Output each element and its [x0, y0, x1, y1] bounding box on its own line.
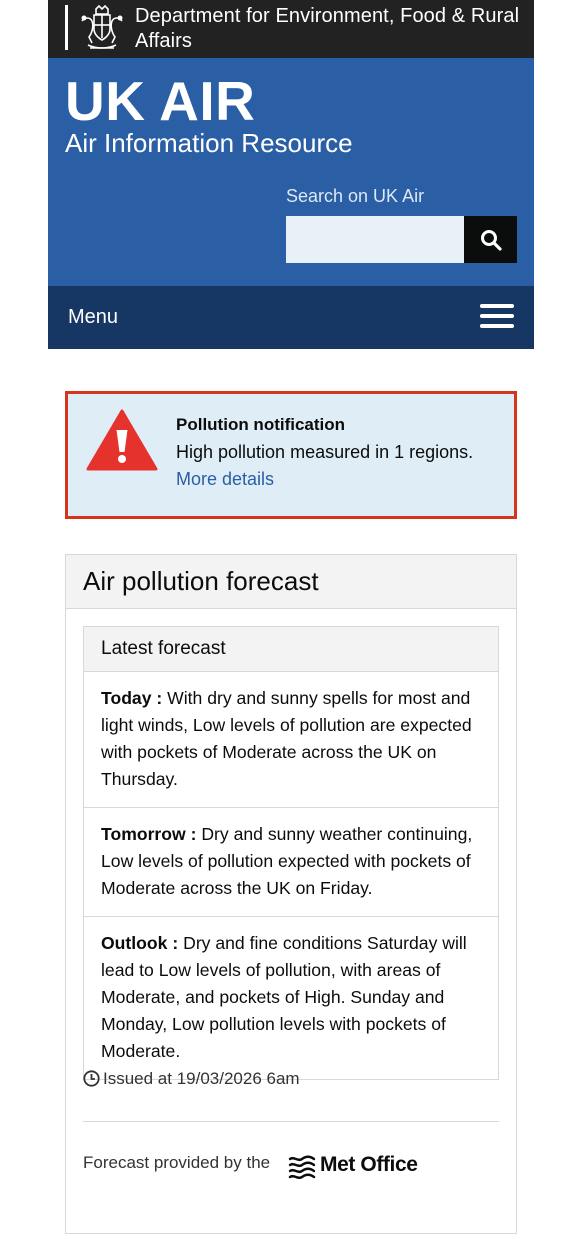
forecast-outlook: Outlook : Dry and fine conditions Saturd… — [84, 916, 498, 1079]
latest-forecast-box: Latest forecast Today : With dry and sun… — [83, 626, 499, 1080]
met-office-logo-icon[interactable] — [287, 1153, 317, 1179]
forecast-panel-title: Air pollution forecast — [83, 566, 319, 596]
met-office-logo-text[interactable]: Met Office — [320, 1153, 418, 1177]
forecast-provider-text: Forecast provided by the — [83, 1153, 271, 1172]
department-name: Department for Environment, Food & Rural… — [135, 5, 520, 52]
issued-timestamp: Issued at 19/03/2026 6am — [83, 1069, 300, 1089]
defra-bar: Department for Environment, Food & Rural… — [48, 0, 534, 58]
warning-triangle-icon — [86, 409, 158, 471]
forecast-label: Tomorrow : — [101, 824, 197, 844]
menu-label[interactable]: Menu — [68, 306, 118, 329]
masthead: UK AIR Air Information Resource Search o… — [48, 58, 534, 286]
search-label: Search on UK Air — [286, 186, 425, 206]
forecast-tomorrow: Tomorrow : Dry and sunny weather continu… — [84, 807, 498, 916]
site-title[interactable]: UK AIR — [65, 70, 255, 132]
page-header: Department for Environment, Food & Rural… — [48, 0, 534, 349]
hamburger-menu-icon[interactable] — [480, 304, 514, 331]
search-icon — [480, 229, 502, 251]
forecast-panel: Air pollution forecast Latest forecast T… — [65, 554, 517, 1234]
search-button[interactable] — [464, 216, 517, 263]
forecast-today: Today : With dry and sunny spells for mo… — [84, 671, 498, 807]
forecast-label: Outlook : — [101, 933, 179, 953]
issued-text: Issued at 19/03/2026 6am — [103, 1069, 300, 1088]
site-subtitle: Air Information Resource — [65, 128, 353, 158]
notification-message: High pollution measured in 1 regions. — [176, 442, 474, 462]
search-input[interactable] — [286, 216, 464, 263]
clock-icon — [83, 1070, 100, 1087]
latest-forecast-label: Latest forecast — [101, 638, 226, 659]
royal-crest-icon — [81, 4, 123, 49]
menu-bar[interactable]: Menu — [48, 286, 534, 349]
pollution-notification: Pollution notification High pollution me… — [65, 391, 517, 519]
notification-title: Pollution notification — [176, 415, 346, 434]
panel-divider — [83, 1121, 499, 1122]
more-details-link[interactable]: More details — [176, 469, 274, 490]
forecast-label: Today : — [101, 688, 163, 708]
latest-forecast-header: Latest forecast — [84, 627, 498, 671]
defra-divider-line — [65, 5, 68, 50]
forecast-panel-header: Air pollution forecast — [66, 555, 516, 609]
